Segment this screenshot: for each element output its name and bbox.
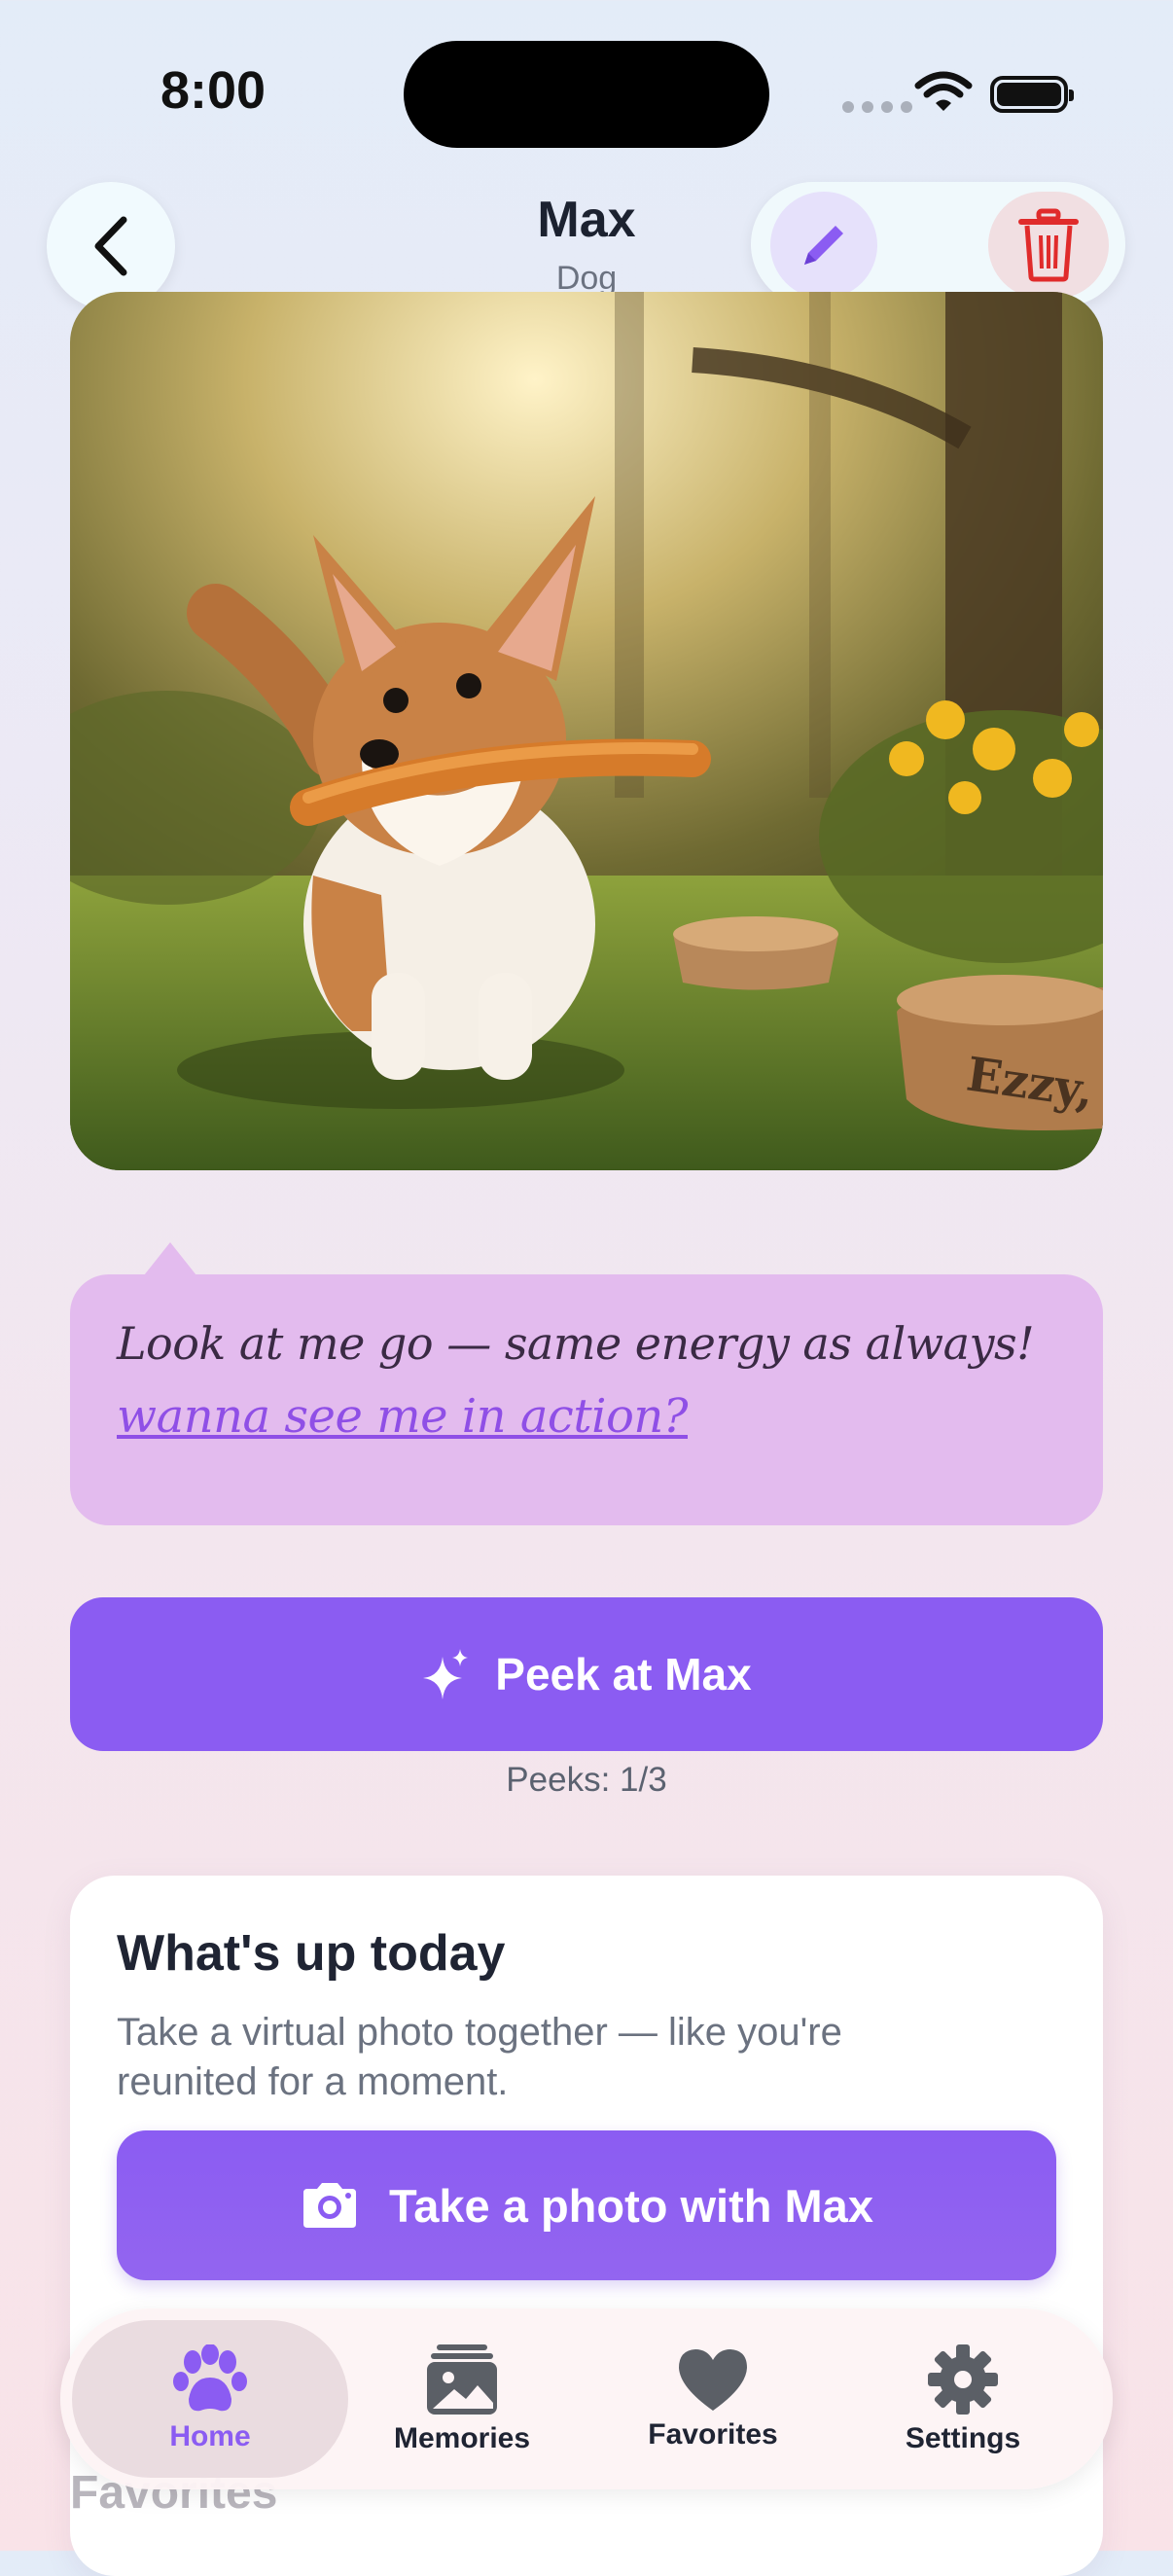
wifi-icon [914,71,973,111]
tab-bar: Home Memories Favorites Settings [60,2308,1113,2489]
speech-bubble: Look at me go — same energy as always! w… [70,1274,1103,1525]
status-time: 8:00 [160,61,267,120]
tab-home-label: Home [169,2420,251,2452]
delete-button[interactable] [988,192,1109,299]
camera-icon [303,2183,357,2228]
see-in-action-link[interactable]: wanna see me in action? [117,1389,689,1444]
cellular-signal-icon [842,101,912,113]
dynamic-island [404,41,769,148]
peek-button[interactable]: Peek at Max [70,1597,1103,1751]
header-actions [751,182,1125,306]
photo-stack-icon [427,2344,497,2415]
sparkles-icon [423,1649,469,1699]
speech-bubble-tail [144,1242,196,1275]
card-title: What's up today [117,1925,506,1982]
trash-icon [1018,208,1079,282]
tab-favorites[interactable]: Favorites [603,2320,823,2478]
tab-memories-label: Memories [393,2422,531,2454]
heart-icon [679,2349,747,2411]
edit-button[interactable] [770,192,877,299]
paw-icon [173,2344,247,2412]
pencil-icon [804,226,843,265]
chevron-left-icon [94,216,127,276]
tab-memories[interactable]: Memories [352,2320,572,2478]
take-photo-button-label: Take a photo with Max [389,2179,873,2232]
take-photo-button[interactable]: Take a photo with Max [117,2130,1056,2280]
card-description: Take a virtual photo together — like you… [117,2011,842,2103]
tab-settings-label: Settings [905,2422,1021,2454]
tab-favorites-label: Favorites [648,2418,778,2451]
tab-home[interactable]: Home [72,2320,348,2478]
gear-icon [928,2344,998,2415]
corgi-photo-illustration: Ezzy, l [70,292,1103,1170]
peeks-counter: Peeks: 1/3 [506,1761,667,1799]
page-title: Max [537,192,636,248]
pet-photo: Ezzy, l [70,292,1103,1170]
bubble-message: Look at me go — same energy as always! [117,1317,1035,1370]
battery-icon [990,76,1074,113]
peek-button-label: Peek at Max [495,1649,752,1699]
tab-settings[interactable]: Settings [853,2320,1073,2478]
